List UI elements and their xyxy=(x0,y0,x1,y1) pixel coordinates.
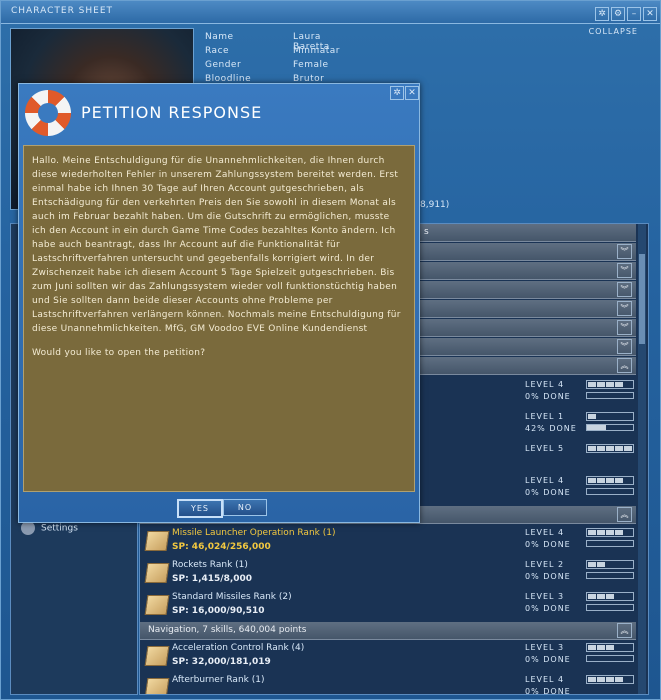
skill-level: LEVEL 4 xyxy=(525,476,565,485)
skill-row-acceleration-control[interactable]: Acceleration Control Rank (4) SP: 32,000… xyxy=(140,641,636,673)
skill-progress-text: 0% DONE xyxy=(525,488,571,497)
skill-name: Afterburner Rank (1) xyxy=(172,675,265,685)
no-button[interactable]: NO xyxy=(223,499,267,516)
character-sheet-title: CHARACTER SHEET xyxy=(11,6,114,16)
skill-level-boxes xyxy=(586,592,634,601)
skill-level-boxes xyxy=(586,675,634,684)
close-icon[interactable]: ✕ xyxy=(643,7,657,21)
expand-chevron-icon[interactable]: ︾ xyxy=(617,263,632,278)
collapse-chevron-icon[interactable]: ︽ xyxy=(617,358,632,373)
pin-icon[interactable]: ✲ xyxy=(595,7,609,21)
settings-icon[interactable]: ⚙ xyxy=(611,7,625,21)
skill-progress-text: 42% DONE xyxy=(525,424,577,433)
skill-book-icon xyxy=(144,563,170,583)
skill-book-icon xyxy=(144,531,170,551)
expand-chevron-icon[interactable]: ︾ xyxy=(617,301,632,316)
pin-icon[interactable]: ✲ xyxy=(390,86,404,100)
skill-level: LEVEL 4 xyxy=(525,528,565,537)
character-sheet-titlebar[interactable]: CHARACTER SHEET ✲ ⚙ – ✕ xyxy=(1,1,660,24)
skills-scrollbar[interactable] xyxy=(638,224,646,694)
skill-progress-text: 0% DONE xyxy=(525,687,571,695)
skill-row-missile-launcher-operation[interactable]: Missile Launcher Operation Rank (1) SP: … xyxy=(140,526,636,558)
collapse-chevron-icon[interactable]: ︽ xyxy=(617,623,632,638)
collapse-chevron-icon[interactable]: ︽ xyxy=(617,507,632,522)
skill-group-header-navigation[interactable]: Navigation, 7 skills, 640,004 points ︽ xyxy=(140,622,636,640)
skill-group-label: s xyxy=(424,227,429,237)
skill-progress-bar xyxy=(586,655,634,662)
skill-name: Rockets Rank (1) xyxy=(172,560,248,570)
skill-progress-bar xyxy=(586,540,634,547)
lifebuoy-icon xyxy=(25,90,71,136)
wallet-balance-fragment: 8,911) xyxy=(420,200,450,210)
minimize-icon[interactable]: – xyxy=(627,7,641,21)
skill-row-standard-missiles[interactable]: Standard Missiles Rank (2) SP: 16,000/90… xyxy=(140,590,636,622)
skill-book-icon xyxy=(144,678,170,694)
skill-progress-bar xyxy=(586,424,634,431)
skill-points: SP: 32,000/181,019 xyxy=(172,657,271,667)
expand-chevron-icon[interactable]: ︾ xyxy=(617,339,632,354)
scrollbar-thumb[interactable] xyxy=(639,254,645,344)
skill-progress-bar xyxy=(586,604,634,611)
info-row-race: Race Minmatar xyxy=(205,46,340,56)
skill-points: SP: 16,000/90,510 xyxy=(172,606,265,616)
collapse-button[interactable]: COLLAPSE xyxy=(589,27,638,36)
skill-name: Acceleration Control Rank (4) xyxy=(172,643,305,653)
skill-level: LEVEL 5 xyxy=(525,444,565,453)
info-label: Race xyxy=(205,46,230,56)
skill-level-boxes xyxy=(586,380,634,389)
skill-book-icon xyxy=(144,646,170,666)
skill-level: LEVEL 1 xyxy=(525,412,565,421)
nav-item-label: Settings xyxy=(41,523,78,534)
expand-chevron-icon[interactable]: ︾ xyxy=(617,282,632,297)
skill-progress-text: 0% DONE xyxy=(525,572,571,581)
skill-row-rockets[interactable]: Rockets Rank (1) SP: 1,415/8,000 LEVEL 2… xyxy=(140,558,636,590)
skill-row-afterburner[interactable]: Afterburner Rank (1) LEVEL 4 0% DONE xyxy=(140,673,636,695)
skill-level-boxes xyxy=(586,476,634,485)
info-label: Name xyxy=(205,32,234,42)
skill-group-label: Navigation, 7 skills, 640,004 points xyxy=(148,625,307,635)
skill-points: SP: 1,415/8,000 xyxy=(172,574,253,584)
skill-name: Missile Launcher Operation Rank (1) xyxy=(172,528,336,538)
petition-question: Would you like to open the petition? xyxy=(32,348,206,358)
skill-progress-bar xyxy=(586,488,634,495)
dialog-title: PETITION RESPONSE xyxy=(81,103,263,122)
expand-chevron-icon[interactable]: ︾ xyxy=(617,320,632,335)
skill-level-boxes xyxy=(586,412,634,421)
skill-level-boxes xyxy=(586,560,634,569)
info-value: Minmatar xyxy=(293,46,340,56)
skill-name: Standard Missiles Rank (2) xyxy=(172,592,292,602)
petition-response-dialog: PETITION RESPONSE ✲ ✕ Hallo. Meine Entsc… xyxy=(18,83,420,523)
skill-level: LEVEL 4 xyxy=(525,380,565,389)
nav-item-settings[interactable]: Settings xyxy=(21,521,78,535)
info-row-name: Name Laura Baretta xyxy=(205,32,329,52)
skill-level: LEVEL 3 xyxy=(525,592,565,601)
info-row-gender: Gender Female xyxy=(205,60,328,70)
close-icon[interactable]: ✕ xyxy=(405,86,419,100)
skill-level: LEVEL 3 xyxy=(525,643,565,652)
info-value: Female xyxy=(293,60,329,70)
expand-chevron-icon[interactable]: ︾ xyxy=(617,244,632,259)
skill-level: LEVEL 2 xyxy=(525,560,565,569)
petition-message: Hallo. Meine Entschuldigung für die Unan… xyxy=(32,156,401,334)
skill-progress-text: 0% DONE xyxy=(525,540,571,549)
skill-book-icon xyxy=(144,595,170,615)
skill-progress-text: 0% DONE xyxy=(525,392,571,401)
yes-button[interactable]: YES xyxy=(177,499,223,518)
skill-level: LEVEL 4 xyxy=(525,675,565,684)
skill-level-boxes xyxy=(586,643,634,652)
skill-level-boxes xyxy=(586,528,634,537)
skill-level-boxes xyxy=(586,444,634,453)
skill-progress-bar xyxy=(586,572,634,579)
skill-progress-text: 0% DONE xyxy=(525,655,571,664)
skill-progress-bar xyxy=(586,392,634,399)
info-label: Gender xyxy=(205,60,242,70)
skill-progress-text: 0% DONE xyxy=(525,604,571,613)
skill-points: SP: 46,024/256,000 xyxy=(172,542,271,552)
settings-gear-icon xyxy=(21,521,35,535)
petition-message-area[interactable]: Hallo. Meine Entschuldigung für die Unan… xyxy=(23,145,415,492)
